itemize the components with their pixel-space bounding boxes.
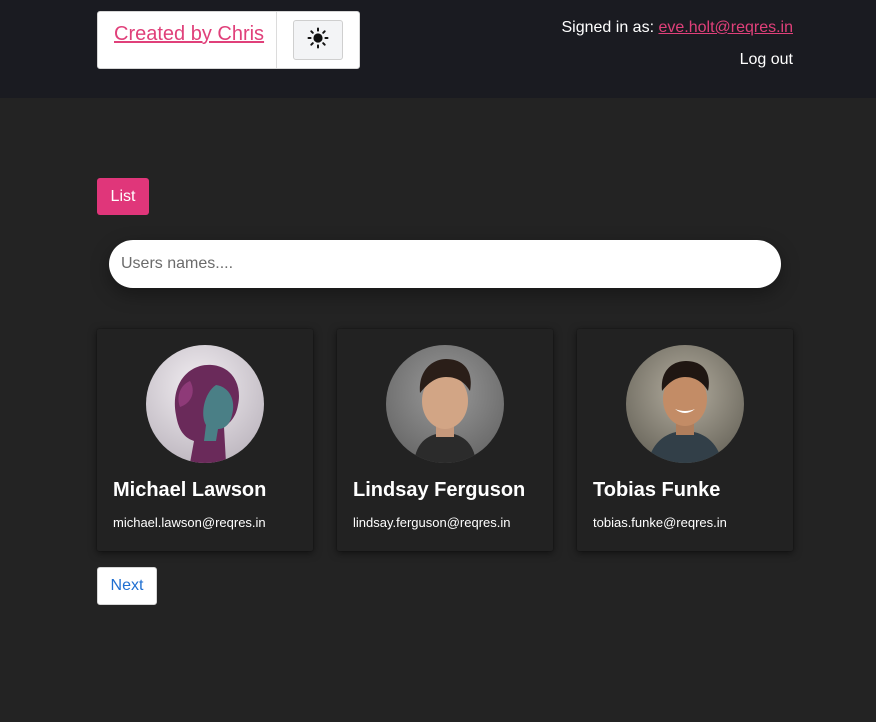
sun-icon (307, 27, 329, 54)
user-card[interactable]: Lindsay Ferguson lindsay.ferguson@reqres… (337, 329, 553, 551)
user-card[interactable]: Michael Lawson michael.lawson@reqres.in (97, 329, 313, 551)
user-name: Tobias Funke (593, 479, 721, 501)
user-email: michael.lawson@reqres.in (113, 515, 266, 530)
brand-link[interactable]: Created by Chris (114, 23, 264, 46)
avatar (626, 345, 744, 463)
avatar (146, 345, 264, 463)
theme-toggle-button[interactable] (293, 20, 343, 60)
user-email: lindsay.ferguson@reqres.in (353, 515, 511, 530)
brand-divider (276, 12, 277, 68)
signed-in-email-link[interactable]: eve.holt@reqres.in (658, 19, 793, 36)
next-page-button[interactable]: Next (97, 567, 157, 605)
brand-box: Created by Chris (97, 11, 360, 69)
user-name: Michael Lawson (113, 479, 267, 501)
search-input[interactable] (109, 240, 781, 288)
signed-in-status: Signed in as: eve.holt@reqres.in (562, 19, 794, 37)
list-button[interactable]: List (97, 178, 149, 215)
user-card[interactable]: Tobias Funke tobias.funke@reqres.in (577, 329, 793, 551)
logout-link[interactable]: Log out (740, 51, 793, 69)
signed-in-label: Signed in as: (561, 19, 655, 36)
user-email: tobias.funke@reqres.in (593, 515, 727, 530)
avatar (386, 345, 504, 463)
top-navbar: Created by Chris Signed in as: eve.holt@… (0, 0, 876, 98)
user-name: Lindsay Ferguson (353, 479, 526, 501)
